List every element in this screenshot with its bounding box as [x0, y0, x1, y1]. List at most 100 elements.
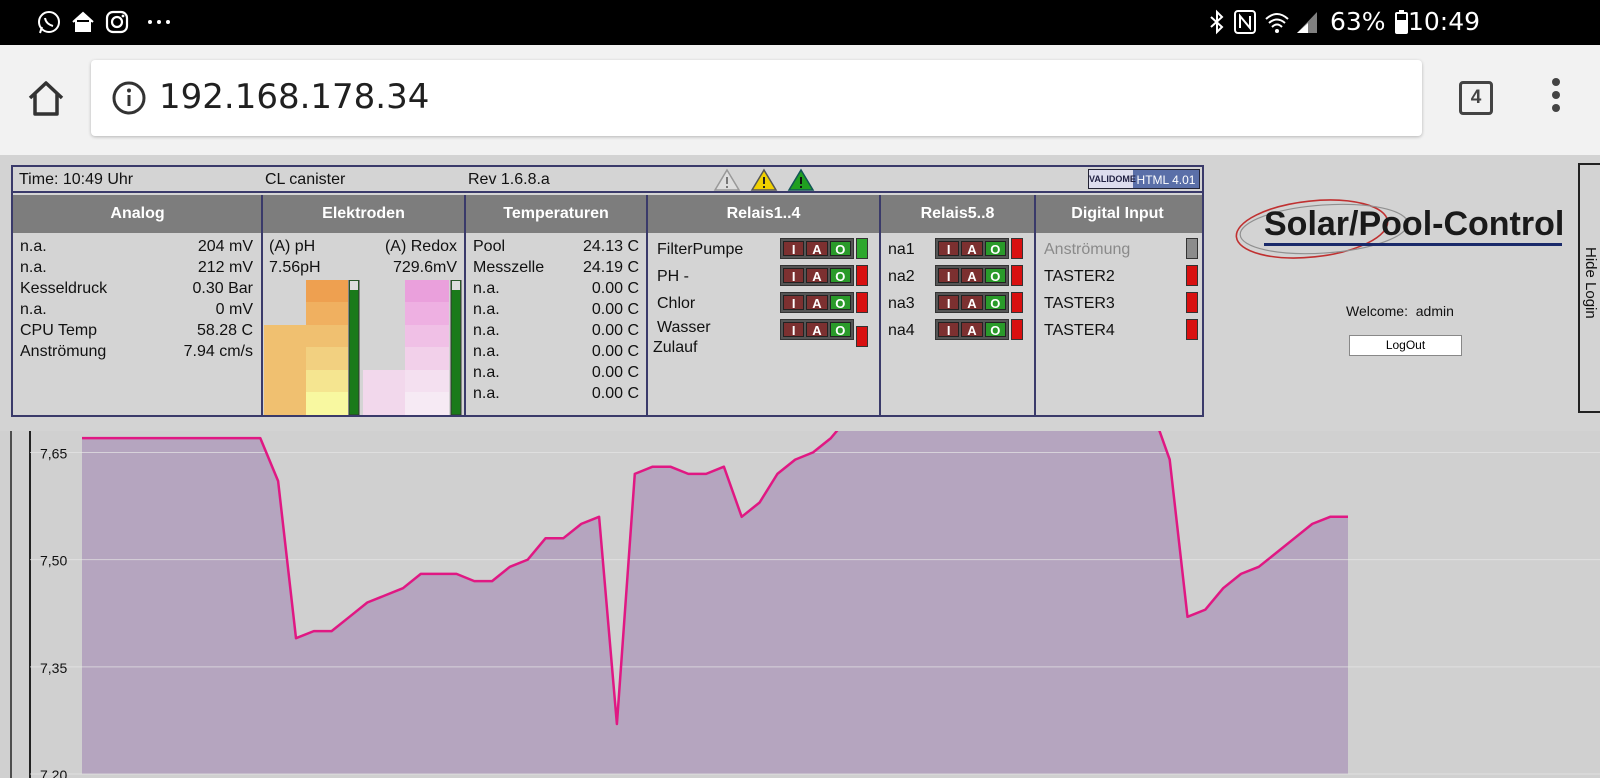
- relay-mode-o[interactable]: O: [984, 322, 1006, 338]
- relay-mode-i[interactable]: I: [783, 268, 805, 284]
- analog-row: n.a. 212 mV: [20, 259, 253, 280]
- temperature-row: n.a. 0.00 C: [473, 385, 639, 406]
- panel-revision: Rev 1.6.8.a: [468, 171, 550, 188]
- relay-mode-i[interactable]: I: [783, 295, 805, 311]
- relay-mode-o[interactable]: O: [829, 268, 851, 284]
- chart-y-tick-label: 7,50: [40, 553, 67, 569]
- electrode-label-row: (A) pH (A) Redox: [269, 238, 457, 259]
- temperature-value: 0.00 C: [591, 301, 639, 318]
- temperature-label: n.a.: [473, 343, 500, 360]
- tab-switcher-button[interactable]: 4: [1459, 81, 1493, 115]
- relay-mode-o[interactable]: O: [829, 295, 851, 311]
- temperature-label: n.a.: [473, 322, 500, 339]
- relay-mode-i[interactable]: I: [783, 322, 805, 338]
- ph-value: 7.56pH: [269, 259, 321, 276]
- analog-value: 0 mV: [215, 301, 253, 318]
- temperature-label: n.a.: [473, 280, 500, 297]
- analog-label: n.a.: [20, 238, 47, 255]
- relay-iao-switch[interactable]: IAO: [935, 265, 1009, 286]
- header-analog: Analog: [110, 205, 165, 222]
- analog-value: 0.30 Bar: [192, 280, 253, 297]
- logo-text: Solar/Pool-Control: [1264, 205, 1564, 243]
- relay-iao-switch[interactable]: IAO: [780, 238, 854, 259]
- relay-mode-i[interactable]: I: [938, 295, 960, 311]
- relay-iao-switch[interactable]: IAO: [780, 292, 854, 313]
- overflow-menu-icon[interactable]: [1548, 78, 1564, 118]
- welcome-user: admin: [1415, 303, 1454, 319]
- panel-time: Time: 10:49 Uhr: [19, 171, 134, 188]
- relay-iao-switch[interactable]: IAO: [780, 319, 854, 340]
- ph-bar-group: [264, 280, 360, 415]
- relay-mode-a[interactable]: A: [806, 241, 828, 257]
- relay-mode-a[interactable]: A: [806, 268, 828, 284]
- relay-label: na1: [888, 241, 915, 258]
- relay-iao-switch[interactable]: IAO: [935, 238, 1009, 259]
- web-page: Time: 10:49 Uhr CL canister Rev 1.6.8.a …: [0, 155, 1600, 778]
- relay-mode-a[interactable]: A: [961, 322, 983, 338]
- relay-mode-i[interactable]: I: [783, 241, 805, 257]
- header-temperaturen: Temperaturen: [503, 205, 609, 222]
- relay-mode-a[interactable]: A: [961, 268, 983, 284]
- relay-mode-o[interactable]: O: [984, 295, 1006, 311]
- digital-input-label: Anströmung: [1044, 241, 1131, 258]
- relay-iao-switch[interactable]: IAO: [935, 292, 1009, 313]
- relay-mode-o[interactable]: O: [984, 268, 1006, 284]
- relay-mode-a[interactable]: A: [961, 241, 983, 257]
- hide-login-tab[interactable]: Hide Login: [1578, 163, 1600, 413]
- temperature-value: 0.00 C: [591, 364, 639, 381]
- temperature-row: Pool 24.13 C: [473, 238, 639, 259]
- column-divider: [261, 195, 263, 417]
- relay-iao-switch[interactable]: IAO: [935, 319, 1009, 340]
- relay-label-line2: Zulauf: [653, 339, 698, 356]
- analog-label: Anströmung: [20, 343, 107, 360]
- relay-mode-o[interactable]: O: [984, 241, 1006, 257]
- url-text[interactable]: 192.168.178.34: [159, 77, 429, 117]
- analog-row: CPU Temp 58.28 C: [20, 322, 253, 343]
- column-divider: [1034, 195, 1036, 417]
- temperature-row: n.a. 0.00 C: [473, 322, 639, 343]
- relay-mode-i[interactable]: I: [938, 322, 960, 338]
- relay-mode-a[interactable]: A: [806, 295, 828, 311]
- temperature-label: n.a.: [473, 301, 500, 318]
- warning-grey-icon: [713, 168, 741, 191]
- relay-status-led: [1011, 292, 1023, 313]
- warning-yellow-icon: [750, 168, 778, 191]
- column-divider: [646, 195, 648, 417]
- relay-mode-o[interactable]: O: [829, 322, 851, 338]
- electrode-value-row: 7.56pH 729.6mV: [269, 259, 457, 280]
- battery-percent: 63%: [1330, 7, 1386, 36]
- address-bar[interactable]: 192.168.178.34: [91, 60, 1422, 136]
- logout-button[interactable]: LogOut: [1349, 335, 1462, 356]
- panel-header-row: Analog Elektroden Temperaturen Relais1..…: [13, 195, 1202, 233]
- relay-mode-o[interactable]: O: [829, 241, 851, 257]
- validome-badge-left: VALIDOME: [1089, 170, 1136, 188]
- relay-mode-a[interactable]: A: [961, 295, 983, 311]
- relay-label: PH -: [657, 268, 689, 285]
- relay-iao-switch[interactable]: IAO: [780, 265, 854, 286]
- info-icon[interactable]: [111, 80, 147, 116]
- whatsapp-icon: [38, 11, 60, 34]
- validome-badge[interactable]: VALIDOME HTML 4.01: [1088, 169, 1200, 189]
- relay-label: na4: [888, 322, 915, 339]
- relay-mode-i[interactable]: I: [938, 241, 960, 257]
- relay-status-led: [1011, 238, 1023, 259]
- analog-value: 204 mV: [197, 238, 253, 255]
- clock: 10:49: [1408, 7, 1481, 36]
- digital-input-led: [1186, 238, 1198, 259]
- chart-y-axis-area: [0, 431, 30, 778]
- signal-icon: [1297, 12, 1317, 33]
- relay-mode-i[interactable]: I: [938, 268, 960, 284]
- home-icon[interactable]: [25, 77, 67, 119]
- relay-label: FilterPumpe: [657, 241, 744, 258]
- status-bar: 63% 10:49: [0, 0, 1600, 45]
- chart-y-tick-label: 7,20: [40, 767, 67, 778]
- relay-status-led: [1011, 319, 1023, 340]
- relay-mode-a[interactable]: A: [806, 322, 828, 338]
- column-divider: [464, 195, 466, 417]
- temperature-value: 24.19 C: [582, 259, 639, 276]
- panel-product: CL canister: [265, 171, 346, 188]
- wifi-icon: [1265, 13, 1289, 33]
- home-app-icon: [72, 11, 94, 32]
- analog-value: 212 mV: [197, 259, 253, 276]
- temperature-label: n.a.: [473, 385, 500, 402]
